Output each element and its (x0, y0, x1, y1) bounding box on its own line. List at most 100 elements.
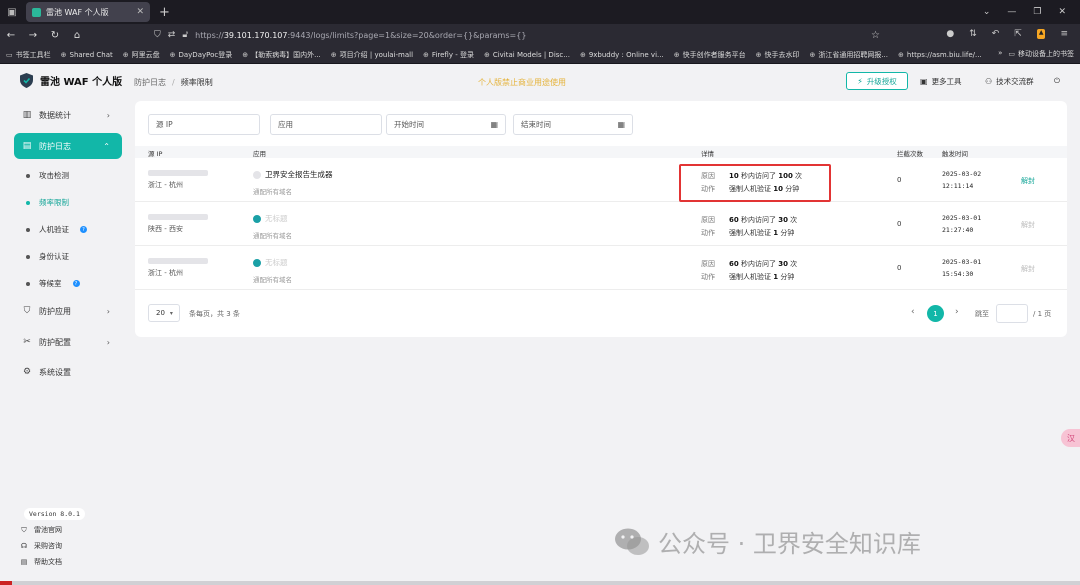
forward-icon[interactable]: → (22, 30, 44, 41)
tab-overflow-icon[interactable]: ⌄ (983, 7, 991, 17)
unblock-button[interactable]: 解封 (1021, 176, 1035, 186)
bookmark-item[interactable]: ⊕ DayDayPoc登录 (170, 50, 233, 60)
submenu-rate-limit[interactable]: 频率限制 (26, 197, 69, 208)
url-bar[interactable]: ⛉ ⇄ 🔓︎ https://39.101.170.107:9443/logs/… (152, 26, 884, 44)
logout-icon[interactable]: ⏻ (1048, 72, 1066, 90)
waf-app: 雷池 WAF 个人版 ▥ 数据统计 › ▤ 防护日志 ⌃ 攻击检测 频率限制 人… (0, 64, 1080, 581)
unblock-button[interactable]: 解封 (1021, 264, 1035, 274)
bookmark-item[interactable]: ▭ 书签工具栏 (6, 50, 51, 60)
prev-page-icon[interactable]: ‹ (911, 307, 915, 317)
community-label: 技术交流群 (996, 76, 1034, 86)
bookmark-item[interactable]: ⊕ 浙江省通用招聘网报... (809, 50, 888, 60)
home-icon[interactable]: ⌂ (66, 30, 88, 41)
bookmark-item[interactable]: ⊕ 9xbuddy : Online vi... (580, 51, 664, 59)
upgrade-button[interactable]: ⚡ 升级授权 (846, 72, 908, 90)
menu-item-dashboard[interactable]: ▥ 数据统计 › (14, 102, 122, 128)
app-logo[interactable]: 雷池 WAF 个人版 (20, 73, 122, 88)
globe-icon: ⊕ (755, 50, 762, 59)
menu-label: 防护配置 (39, 337, 71, 347)
next-page-icon[interactable]: › (955, 307, 959, 317)
menu-item-config[interactable]: ✂ 防护配置 › (14, 329, 122, 355)
redacted-ip (148, 214, 208, 220)
menu-item-apps[interactable]: ⛉ 防护应用 › (14, 298, 122, 324)
extension-icon[interactable]: ⇅ (969, 29, 977, 39)
tab-list-icon[interactable]: ▣ (0, 0, 24, 24)
trigger-time: 2025-03-01 21:27:40 (942, 214, 982, 234)
jump-page-input[interactable] (996, 304, 1028, 323)
app-name[interactable]: 卫界安全报告生成器 (253, 169, 333, 180)
filter-placeholder: 结束时间 (521, 120, 551, 129)
bookmark-item[interactable]: ⊕ 项目介绍 | youlai-mall (331, 50, 413, 60)
bookmarks-overflow-icon[interactable]: » (998, 49, 1002, 59)
bookmark-item[interactable]: ⊕ 快手创作者服务平台 (674, 50, 746, 60)
more-tools-button[interactable]: ▣ 更多工具 (914, 72, 968, 90)
bookmark-item[interactable]: ⊕ Firefly - 登录 (423, 50, 474, 60)
bookmarks-bar: ▭ 书签工具栏 ⊕ Shared Chat ⊕ 阿里云盘 ⊕ DayDayPoc登录 ⊕… (0, 46, 1080, 64)
jump-label: 跳至 (975, 310, 989, 318)
reload-icon[interactable]: ↻ (44, 30, 66, 41)
app-menu-icon[interactable]: ≡ (1060, 29, 1068, 39)
current-page-button[interactable]: 1 (927, 305, 944, 322)
browser-tab[interactable]: 雷池 WAF 个人版 ✕ (26, 2, 150, 22)
toolbox-icon: ▣ (920, 76, 928, 86)
shield-icon[interactable]: ⛉ (154, 30, 161, 40)
help-docs-link[interactable]: ▤ 帮助文档 (20, 557, 62, 567)
source-ip-filter[interactable]: 源 IP (148, 114, 260, 135)
start-time-filter[interactable]: 开始时间 ▦ (386, 114, 506, 135)
submenu-auth[interactable]: 身份认证 (26, 251, 69, 262)
action-text: 强制人机验证 1 分钟 (729, 228, 795, 237)
ip-location: 浙江 - 杭州 (148, 181, 183, 189)
submenu-waiting-room[interactable]: 等候室 ? (26, 278, 80, 289)
extension-icon[interactable]: ● (946, 29, 954, 39)
menu-item-logs[interactable]: ▤ 防护日志 ⌃ (14, 133, 122, 159)
bookmark-item[interactable]: ⊕ 【勒索病毒】国内外... (242, 50, 321, 60)
breadcrumb-parent[interactable]: 防护日志 (134, 78, 166, 87)
breadcrumb: 防护日志 / 频率限制 (134, 78, 213, 87)
bookmark-item[interactable]: ⊕ https://asm.biu.life/... (898, 51, 982, 59)
unblock-button[interactable]: 解封 (1021, 220, 1035, 230)
headset-icon: ☊ (20, 542, 28, 550)
reason-label: 原因 (701, 215, 715, 224)
bookmark-item[interactable]: ⊕ Shared Chat (61, 51, 113, 59)
url-text[interactable]: https://39.101.170.107:9443/logs/limits?… (195, 31, 526, 40)
ime-floating-tag[interactable]: 汉 (1061, 429, 1080, 447)
upgrade-label: 升级授权 (866, 76, 897, 86)
bookmark-item[interactable]: ⊕ 快手去水印 (756, 50, 800, 60)
close-window-icon[interactable]: ✕ (1058, 7, 1066, 17)
log-icon: ▤ (22, 141, 32, 151)
mobile-bookmarks[interactable]: ▭ 移动设备上的书签 (1008, 49, 1074, 59)
app-name[interactable]: 无标题 (253, 257, 292, 268)
globe-icon: ⊕ (330, 50, 337, 59)
community-button[interactable]: ⚇ 技术交流群 (979, 72, 1040, 90)
bookmark-item[interactable]: ⊕ 阿里云盘 (123, 50, 160, 60)
globe-icon: ⊕ (169, 50, 176, 59)
new-tab-icon[interactable]: + (159, 5, 170, 20)
extension-icon[interactable]: ⇱ (1014, 29, 1022, 39)
app-cell: 无标题 通配所有域名 (253, 257, 292, 284)
page-size-select[interactable]: 20 ▾ (148, 304, 180, 322)
maximize-icon[interactable]: ❐ (1033, 7, 1041, 17)
app-icon (253, 170, 261, 179)
app-name[interactable]: 无标题 (253, 213, 292, 224)
end-time-filter[interactable]: 结束时间 ▦ (513, 114, 633, 135)
extension-icon[interactable]: ↶ (992, 29, 1000, 39)
permissions-icon[interactable]: ⇄ (168, 30, 176, 40)
official-site-link[interactable]: ⛉ 雷池官网 (20, 525, 62, 535)
submenu-captcha[interactable]: 人机验证 ? (26, 224, 87, 235)
extension-badge-icon[interactable]: ▲ (1036, 29, 1046, 39)
minimize-icon[interactable]: — (1007, 7, 1016, 17)
menu-label: 数据统计 (39, 110, 71, 120)
block-count: 0 (897, 220, 902, 228)
tab-close-icon[interactable]: ✕ (136, 7, 144, 17)
lock-warning-icon[interactable]: 🔓︎ (182, 30, 188, 40)
footer-link-label: 雷池官网 (34, 526, 62, 534)
shield-logo-icon: ⛉ (21, 525, 27, 534)
folder-icon: ▭ (1008, 50, 1015, 58)
app-filter[interactable]: 应用 (270, 114, 382, 135)
purchase-link[interactable]: ☊ 采购咨询 (20, 541, 62, 551)
submenu-attack-detection[interactable]: 攻击检测 (26, 170, 69, 181)
bookmark-star-icon[interactable]: ☆ (871, 30, 884, 41)
bookmark-item[interactable]: ⊕ Civitai Models | Disc... (484, 51, 570, 59)
back-icon[interactable]: ← (0, 30, 22, 41)
menu-item-settings[interactable]: ⚙ 系统设置 (14, 359, 122, 385)
